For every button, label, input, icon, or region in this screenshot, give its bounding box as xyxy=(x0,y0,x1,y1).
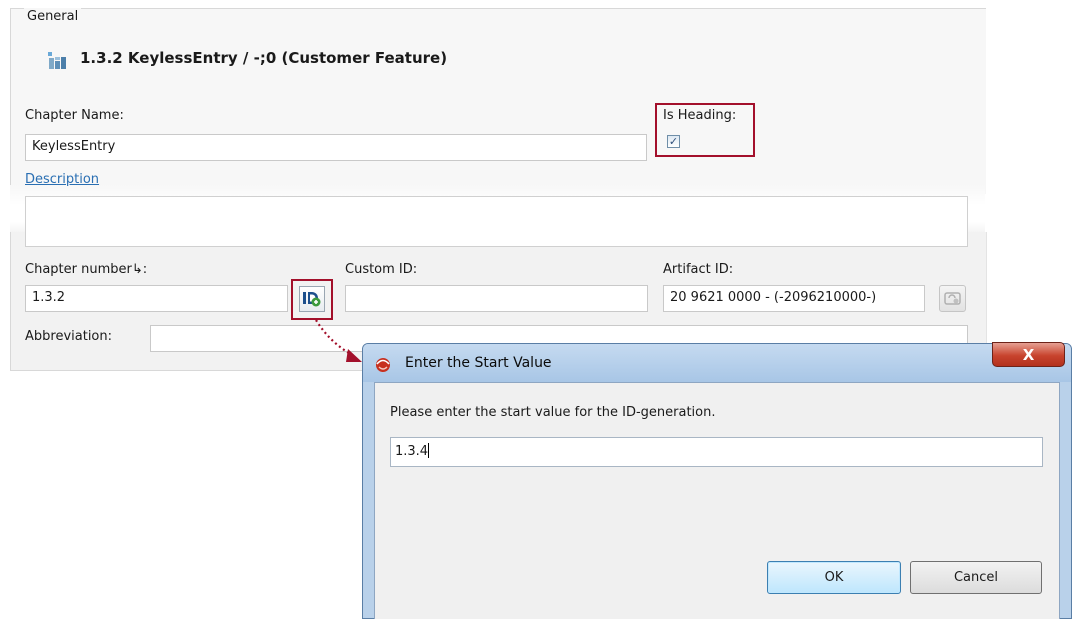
dialog-title: Enter the Start Value xyxy=(405,355,552,371)
description-link[interactable]: Description xyxy=(25,172,99,187)
text-caret xyxy=(428,443,430,458)
feature-grid-icon xyxy=(48,52,66,69)
custom-id-field[interactable] xyxy=(345,285,648,312)
close-icon: X xyxy=(1022,345,1035,364)
chapter-number-field[interactable]: 1.3.2 xyxy=(25,285,288,312)
artifact-id-label: Artifact ID: xyxy=(663,262,734,277)
checkmark-icon: ✓ xyxy=(668,135,679,148)
id-generate-icon xyxy=(303,292,321,307)
close-button[interactable]: X xyxy=(992,342,1065,367)
artifact-id-field: 20 9621 0000 - (-2096210000-) xyxy=(663,285,925,312)
chapter-name-field[interactable]: KeylessEntry xyxy=(25,134,647,161)
ok-button[interactable]: OK xyxy=(767,561,901,594)
is-heading-checkbox[interactable]: ✓ xyxy=(667,135,680,148)
chapter-number-label: Chapter number↳: xyxy=(25,262,148,277)
app-logo-icon xyxy=(376,358,390,372)
page-title: 1.3.2 KeylessEntry / -;0 (Customer Featu… xyxy=(80,49,448,67)
callout-arrow xyxy=(315,319,362,362)
is-heading-label: Is Heading: xyxy=(663,108,737,123)
description-textarea[interactable] xyxy=(25,196,968,247)
chapter-name-label: Chapter Name: xyxy=(25,108,124,123)
id-generate-button[interactable] xyxy=(299,286,325,312)
abbreviation-label: Abbreviation: xyxy=(25,329,113,344)
dialog-prompt: Please enter the start value for the ID-… xyxy=(390,405,716,420)
start-value-text: 1.3.4 xyxy=(395,444,429,459)
general-group-panel xyxy=(10,8,986,194)
artifact-id-button xyxy=(939,285,966,312)
start-value-input[interactable]: 1.3.4 xyxy=(390,437,1043,467)
group-label: General xyxy=(24,8,82,25)
refresh-id-icon xyxy=(944,292,961,305)
custom-id-label: Custom ID: xyxy=(345,262,418,277)
cancel-button[interactable]: Cancel xyxy=(910,561,1042,594)
